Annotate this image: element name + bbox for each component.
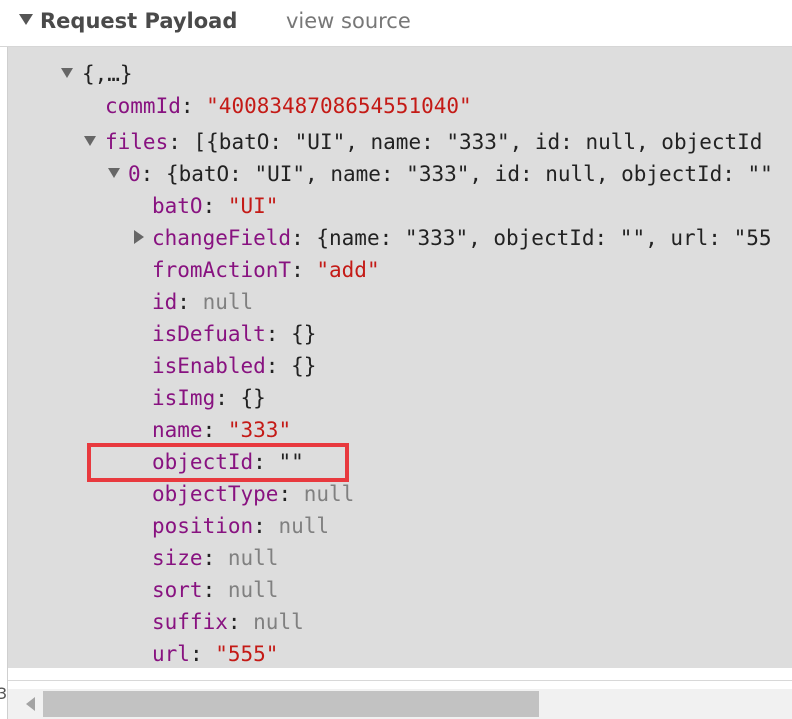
prop-key: suffix (152, 610, 228, 634)
prop-key: objectType (152, 482, 279, 506)
prop-key: files (105, 130, 169, 154)
prop-value: null (303, 482, 355, 506)
prop-key: sort (152, 578, 203, 602)
tree-row-objectId: objectId: "" (152, 450, 304, 474)
prop-value: "555" (215, 642, 279, 666)
tree-row-isDefualt: isDefualt: {} (152, 322, 317, 346)
prop-key: name (152, 418, 203, 442)
payload-tree: {,…} commId: "4008348708654551040" files… (8, 47, 792, 668)
tree-row-position: position: null (152, 514, 330, 538)
prop-key: batO (152, 194, 203, 218)
tree-row-sort: sort: null (152, 578, 279, 602)
prop-key: changeField (152, 226, 292, 250)
prop-value: null (227, 578, 279, 602)
tree-row-id: id: null (152, 290, 254, 314)
prop-value: {} (291, 322, 317, 346)
tree-row-url: url: "555" (152, 642, 279, 666)
prop-value: "add" (316, 258, 380, 282)
tree-row-size: size: null (152, 546, 279, 570)
footer-divider (8, 680, 792, 681)
tree-row-batO: batO: "UI" (152, 194, 279, 218)
prop-preview: {batO: "UI", name: "333", id: null, obje… (165, 162, 773, 186)
tree-row-changeField[interactable]: changeField: {name: "333", objectId: "",… (152, 222, 772, 254)
prop-value: null (253, 610, 304, 634)
tree-row-isImg: isImg: {} (152, 386, 266, 410)
prop-key: url (152, 642, 190, 666)
prop-value: null (227, 546, 279, 570)
tree-row-item0[interactable]: 0: {batO: "UI", name: "333", id: null, o… (128, 158, 773, 190)
tree-row-commId: commId: "4008348708654551040" (105, 94, 472, 118)
root-label: {,…} (82, 62, 133, 86)
triangle-down-icon[interactable] (19, 14, 33, 25)
left-gutter (0, 0, 8, 719)
prop-preview: {name: "333", objectId: "", url: "55 (316, 226, 772, 250)
expand-files-icon[interactable] (84, 136, 96, 146)
prop-value: "" (278, 450, 304, 474)
prop-key: id (152, 290, 178, 314)
prop-key: isDefualt (152, 322, 266, 346)
prop-value: {} (291, 354, 317, 378)
expand-changeField-icon[interactable] (134, 230, 144, 244)
prop-value: null (278, 514, 330, 538)
prop-key: fromActionT (152, 258, 292, 282)
scrollbar-thumb[interactable] (43, 691, 539, 717)
prop-key: objectId (152, 450, 254, 474)
section-title[interactable]: Request Payload (40, 9, 237, 33)
prop-key: isEnabled (152, 354, 266, 378)
tree-row-objectType: objectType: null (152, 482, 355, 506)
tree-row-fromActionT: fromActionT: "add" (152, 258, 380, 282)
horizontal-scrollbar[interactable] (8, 689, 792, 719)
expand-item0-icon[interactable] (108, 168, 120, 178)
expand-root-icon[interactable] (61, 68, 73, 78)
tree-row-isEnabled: isEnabled: {} (152, 354, 317, 378)
prop-value: {} (240, 386, 266, 410)
prop-value: "UI" (227, 194, 279, 218)
prop-value: "333" (227, 418, 292, 442)
tree-row-suffix: suffix: null (152, 610, 304, 634)
tree-row-files[interactable]: files: [{batO: "UI", name: "333", id: nu… (105, 126, 762, 158)
prop-key: size (152, 546, 203, 570)
prop-value: null (202, 290, 254, 314)
prop-key: 0 (128, 162, 141, 186)
tree-root-row[interactable]: {,…} (82, 58, 133, 90)
prop-key: commId (105, 94, 181, 118)
view-source-link[interactable]: view source (286, 9, 411, 33)
prop-preview: [{batO: "UI", name: "333", id: null, obj… (193, 130, 763, 154)
arrow-left-icon[interactable] (26, 697, 35, 711)
prop-value: "4008348708654551040" (206, 94, 472, 118)
edge-fragment: 3 (0, 684, 8, 703)
prop-key: position (152, 514, 254, 538)
tree-row-name: name: "333" (152, 418, 292, 442)
request-payload-header: Request Payload view source (0, 0, 792, 47)
prop-key: isImg (152, 386, 216, 410)
